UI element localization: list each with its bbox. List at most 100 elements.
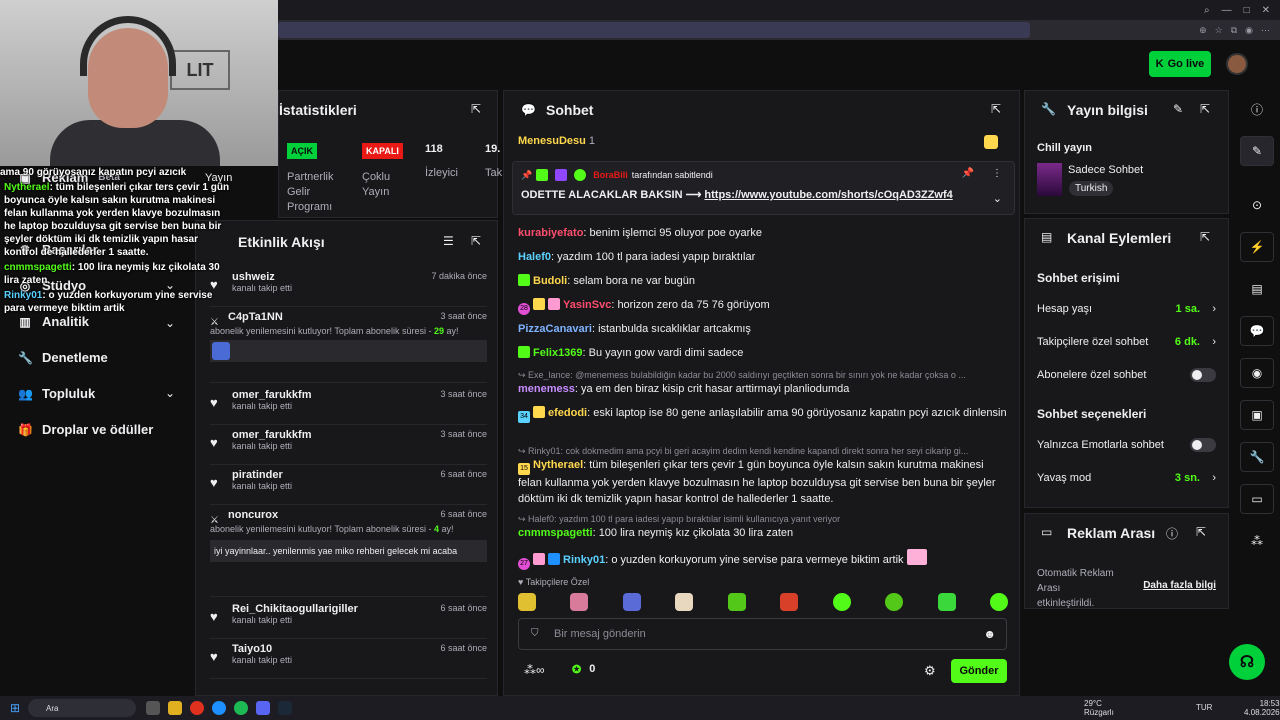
info-icon[interactable]: ⓘ (1240, 94, 1274, 124)
maximize-icon[interactable]: □ (1244, 5, 1250, 16)
emote-icon[interactable] (727, 593, 746, 611)
top-gifter[interactable]: MenesuDesu 1 (518, 135, 595, 147)
discord-icon[interactable] (256, 701, 270, 715)
chat-tools-icon[interactable]: ⁂∞ (524, 663, 545, 677)
language-indicator[interactable]: TUR (1196, 703, 1212, 712)
window-icon[interactable]: ▭ (1240, 484, 1274, 514)
settings-icon[interactable]: ⚙ (924, 663, 936, 679)
menu-icon[interactable]: ⋯ (1261, 25, 1270, 36)
emote-icon[interactable] (937, 593, 956, 611)
support-button[interactable]: ☊ (1229, 644, 1265, 680)
chat-user[interactable]: Rinky01 (563, 554, 605, 566)
emote-only-toggle[interactable] (1190, 438, 1216, 452)
note-icon[interactable]: ▤ (1240, 274, 1274, 304)
sidebar-item-community[interactable]: 👥 Topluluk (18, 386, 95, 401)
chevron-down-icon[interactable]: ⌄ (993, 192, 1002, 205)
chat-input[interactable]: ⛉ Bir mesaj gönderin ☻ (518, 618, 1007, 650)
stats-title: İstatistikleri (279, 102, 357, 118)
chat-user[interactable]: Nytherael (533, 459, 583, 471)
minimize-icon[interactable]: — (1222, 5, 1232, 16)
popout-icon[interactable]: ⇱ (1196, 525, 1206, 539)
sidebar-item-moderation[interactable]: 🔧 Denetleme (18, 350, 108, 365)
channel-points[interactable]: ✪ 0 (572, 663, 595, 676)
learn-more-link[interactable]: Daha fazla bilgi (1143, 580, 1216, 591)
sidebar-item-drops[interactable]: 🎁 Droplar ve ödüller (18, 422, 153, 437)
chrome-icon[interactable] (212, 701, 226, 715)
chat-user[interactable]: YasinSvc (563, 299, 611, 311)
popout-icon[interactable]: ⇱ (1200, 102, 1210, 116)
weather-widget[interactable]: 29°C Rüzgarlı (1084, 699, 1114, 717)
emote-icon[interactable] (780, 593, 799, 611)
chat-user[interactable]: cnmmspagetti (518, 527, 593, 539)
verified-icon (574, 169, 587, 181)
filter-icon[interactable]: ☰ (443, 234, 454, 248)
close-icon[interactable]: ✕ (1262, 5, 1270, 16)
chat-icon[interactable]: 💬 (1240, 316, 1274, 346)
activity-time: 3 saat önce (440, 311, 487, 321)
more-icon[interactable]: ⋮ (992, 168, 1002, 179)
clock[interactable]: 18:53 4.08.2026 (1244, 699, 1280, 717)
popout-icon[interactable]: ⇱ (471, 234, 481, 248)
emoji-icon[interactable]: ☻ (983, 627, 996, 641)
broadcast-icon[interactable]: ◉ (1240, 358, 1274, 388)
layout-icon[interactable]: ▣ (1240, 400, 1274, 430)
windows-start-icon[interactable]: ⊞ (10, 701, 20, 715)
task-view-icon[interactable] (146, 701, 160, 715)
chat-user[interactable]: efedodi (548, 407, 587, 419)
send-button[interactable]: Gönder (951, 659, 1007, 683)
chat-user[interactable]: Halef0 (518, 251, 551, 263)
zoom-icon[interactable]: ⊕ (1199, 25, 1207, 36)
community-icon: 👥 (18, 386, 33, 401)
opera-icon[interactable] (190, 701, 204, 715)
followers-only-label: ♥ Takipçilere Özel (518, 577, 589, 587)
reply-text: Rinky01: cok dokmedim ama pcyi bi geri a… (528, 446, 969, 456)
star-icon[interactable]: ☆ (1215, 25, 1223, 36)
sub-months: 4 (433, 524, 439, 534)
profile-icon[interactable]: ◉ (1245, 25, 1253, 36)
wrench-icon[interactable]: 🔧 (1240, 442, 1274, 472)
info-icon[interactable]: ⓘ (1166, 525, 1178, 542)
chat-user[interactable]: menemess (518, 383, 575, 395)
account-age-row[interactable]: Hesap yaşı 1 sa. › (1037, 303, 1216, 315)
emote-icon[interactable] (989, 593, 1008, 611)
gift-badge-icon (533, 553, 545, 565)
target-icon[interactable]: ⊙ (1240, 190, 1274, 220)
chevron-down-icon[interactable]: ⌄ (165, 386, 175, 400)
popout-icon[interactable]: ⇱ (471, 102, 481, 116)
extensions-icon[interactable]: ⧉ (1231, 25, 1237, 36)
steam-icon[interactable] (278, 701, 292, 715)
chat-user[interactable]: Felix1369 (533, 347, 583, 359)
popout-icon[interactable]: ⇱ (991, 102, 1001, 116)
spotify-icon[interactable] (234, 701, 248, 715)
emote-icon[interactable] (570, 593, 589, 611)
gift-icon (984, 135, 998, 149)
emote-icon[interactable] (832, 593, 851, 611)
taskbar-search[interactable]: Ara (28, 699, 136, 717)
category-name[interactable]: Sadece Sohbet (1068, 164, 1143, 176)
emote-icon[interactable] (518, 593, 536, 611)
file-explorer-icon[interactable] (168, 701, 182, 715)
address-bar[interactable] (278, 22, 1030, 38)
go-live-button[interactable]: K Go live (1149, 51, 1211, 77)
emote-icon[interactable] (885, 593, 904, 611)
chat-user[interactable]: Budoli (533, 275, 567, 287)
emote-icon[interactable] (675, 593, 694, 611)
popout-icon[interactable]: ⇱ (1200, 230, 1210, 244)
lightning-icon[interactable]: ⚡ (1240, 232, 1274, 262)
emote-icon (906, 549, 927, 565)
pinned-link[interactable]: https://www.youtube.com/shorts/cOqAD3ZZw… (704, 189, 952, 201)
emote-icon[interactable] (622, 593, 641, 611)
edit-icon[interactable]: ✎ (1240, 136, 1274, 166)
chat-user[interactable]: kurabiyefato (518, 227, 583, 239)
partial-stat-label: Tak (485, 167, 503, 179)
chat-user[interactable]: PizzaCanavari (518, 323, 592, 335)
followers-only-row[interactable]: Takipçilere özel sohbet 6 dk. › (1037, 336, 1216, 348)
pinned-by-user[interactable]: BoraBili (593, 170, 628, 180)
unpin-icon[interactable]: 📌 (962, 168, 974, 179)
slow-mode-row[interactable]: Yavaş mod 3 sn. › (1037, 472, 1216, 484)
edit-icon[interactable]: ✎ (1173, 102, 1183, 116)
subscribers-only-toggle[interactable] (1190, 368, 1216, 382)
apps-icon[interactable]: ⁂ (1240, 526, 1274, 556)
search-icon[interactable]: ⌕ (1204, 5, 1210, 16)
user-avatar[interactable] (1226, 53, 1248, 75)
